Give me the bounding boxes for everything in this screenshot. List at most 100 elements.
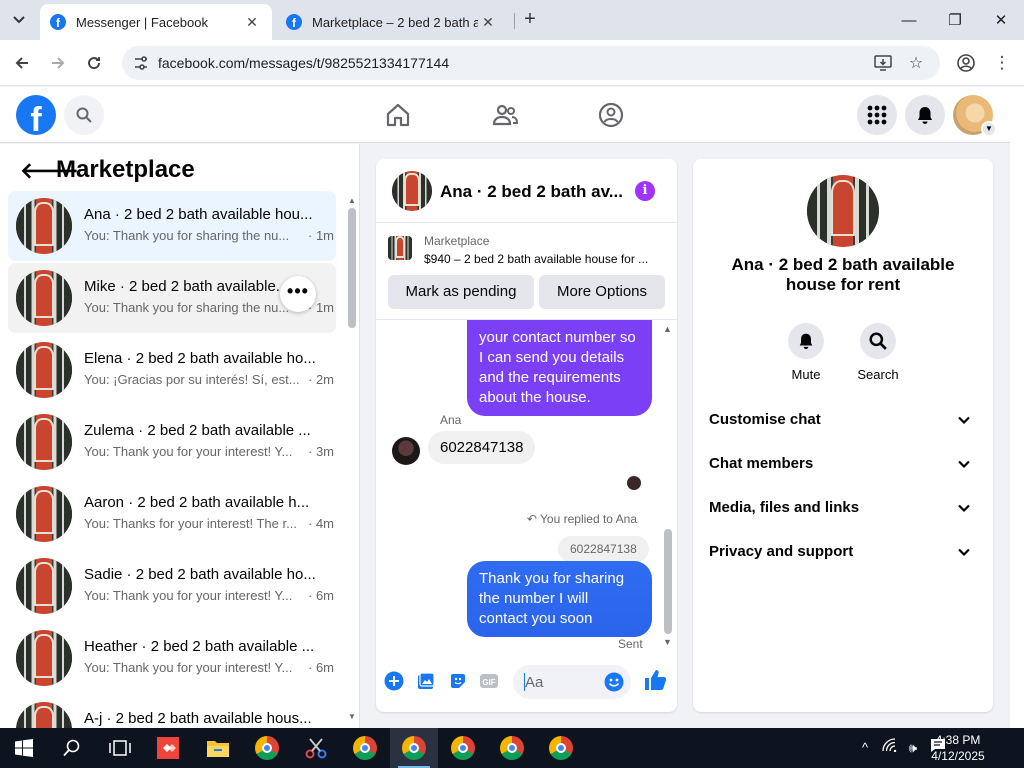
message-input[interactable]: [525, 672, 600, 692]
thumbs-up-like-icon[interactable]: [643, 668, 667, 692]
browser-toolbar: facebook.com/messages/t/9825521334177144…: [0, 40, 1024, 86]
listing-title[interactable]: $940 – 2 bed 2 bath available house for …: [424, 252, 669, 266]
chat-list-item[interactable]: Aaron · 2 bed 2 bath available h... You: …: [8, 479, 336, 549]
chat-list-item[interactable]: Mike · 2 bed 2 bath available... You: Tha…: [8, 263, 336, 333]
chat-list-item[interactable]: Ana · 2 bed 2 bath available hou... You: …: [8, 191, 336, 261]
scrollbar-thumb[interactable]: [664, 529, 672, 634]
conversation-title[interactable]: Ana · 2 bed 2 bath av...: [440, 182, 630, 202]
install-app-icon[interactable]: [873, 53, 893, 73]
chat-preview: You: Thank you for sharing the nu... · 1m: [84, 228, 334, 243]
taskbar-app-chrome-profile-5[interactable]: [488, 728, 536, 768]
action-center-icon[interactable]: [928, 738, 948, 758]
chat-list-item[interactable]: A-j · 2 bed 2 bath available hous...: [8, 695, 336, 728]
message-bubble-outgoing-reply[interactable]: Thank you for sharing the number I will …: [467, 561, 652, 637]
chrome-icon: [255, 736, 279, 760]
tab-messenger[interactable]: f Messenger | Facebook ✕: [40, 4, 272, 40]
browser-menu-button[interactable]: ⋮: [989, 50, 1015, 76]
taskbar-app-chrome-profile-6[interactable]: [537, 728, 585, 768]
chat-list-item[interactable]: Heather · 2 bed 2 bath available ... You:…: [8, 623, 336, 693]
sender-avatar[interactable]: [392, 437, 420, 465]
start-button[interactable]: [0, 728, 48, 768]
chevron-down-icon: [958, 460, 970, 469]
taskbar-app-snipping-tool[interactable]: [292, 728, 340, 768]
taskbar-app-chrome-active[interactable]: [390, 728, 438, 768]
taskbar-app-chrome-profile-2[interactable]: [341, 728, 389, 768]
chat-preview-text: You: Thanks for your interest! The r...: [84, 516, 297, 531]
message-bubble-incoming[interactable]: 6022847138: [428, 431, 536, 464]
account-avatar[interactable]: ▼: [953, 95, 997, 137]
message-input-wrapper: [513, 665, 631, 699]
scroll-down-icon[interactable]: ▼: [348, 712, 356, 721]
home-icon[interactable]: [384, 101, 412, 129]
volume-icon[interactable]: 🕪: [903, 738, 923, 758]
taskbar-app-chrome-profile-4[interactable]: [439, 728, 487, 768]
forward-button[interactable]: [45, 50, 71, 76]
bell-icon[interactable]: [788, 323, 824, 359]
show-hidden-icons-chevron-up-icon[interactable]: ^: [855, 738, 875, 758]
search-icon[interactable]: [860, 323, 896, 359]
menu-grid-button[interactable]: [857, 95, 897, 135]
minimize-button[interactable]: —: [886, 0, 932, 40]
notifications-button[interactable]: [905, 95, 945, 135]
scroll-down-icon[interactable]: ▼: [663, 637, 672, 647]
scroll-up-icon[interactable]: ▲: [348, 196, 356, 205]
taskbar-app-anydesk[interactable]: [144, 728, 192, 768]
task-view-button[interactable]: [96, 728, 144, 768]
more-actions-plus-icon[interactable]: [383, 670, 405, 692]
conversation-scrollbar[interactable]: ▲ ▼: [662, 324, 674, 649]
search-icon: [63, 739, 80, 757]
reload-button[interactable]: [81, 50, 107, 76]
site-info-icon[interactable]: [132, 54, 150, 72]
contact-avatar[interactable]: [392, 171, 432, 211]
search-label: Search: [857, 367, 899, 382]
close-tab-icon[interactable]: ✕: [242, 14, 262, 31]
contact-profile-picture[interactable]: [807, 175, 879, 247]
chat-list-item[interactable]: Sadie · 2 bed 2 bath available ho... You:…: [8, 551, 336, 621]
mute-action[interactable]: Mute: [766, 323, 846, 382]
chat-name: Heather · 2 bed 2 bath available ...: [84, 638, 315, 655]
tab-search-dropdown[interactable]: [6, 8, 32, 32]
info-section-customise-chat[interactable]: Customise chat: [701, 400, 985, 440]
bookmark-star-icon[interactable]: ☆: [906, 53, 926, 73]
quoted-message[interactable]: 6022847138: [558, 536, 649, 562]
listing-thumbnail[interactable]: [388, 236, 412, 260]
friends-icon[interactable]: [491, 101, 519, 129]
scrollbar-thumb[interactable]: [348, 208, 356, 328]
emoji-icon[interactable]: [604, 672, 624, 697]
facebook-search-button[interactable]: [64, 95, 104, 135]
sticker-icon[interactable]: [447, 670, 469, 692]
restore-button[interactable]: ❐: [932, 0, 978, 40]
attach-photo-icon[interactable]: [415, 670, 437, 692]
groups-icon[interactable]: [597, 101, 625, 129]
info-section-privacy-and-support[interactable]: Privacy and support: [701, 532, 985, 572]
task-view-icon: [109, 740, 131, 756]
chat-list-item[interactable]: Elena · 2 bed 2 bath available ho... You:…: [8, 335, 336, 405]
chat-list-scrollbar[interactable]: ▲ ▼: [345, 196, 357, 726]
info-icon[interactable]: i: [635, 181, 655, 201]
seen-by-avatar: [627, 476, 641, 490]
back-button[interactable]: [9, 50, 35, 76]
network-icon[interactable]: [880, 738, 900, 758]
mark-as-pending-button[interactable]: Mark as pending: [388, 275, 534, 309]
tab-marketplace[interactable]: f Marketplace – 2 bed 2 bath ava ✕: [276, 4, 508, 40]
taskbar-app-chrome[interactable]: [243, 728, 291, 768]
taskbar-app-file-explorer[interactable]: [194, 728, 242, 768]
page-scrollbar[interactable]: [1010, 87, 1024, 728]
search-action[interactable]: Search: [838, 323, 918, 382]
message-bubble-outgoing[interactable]: your contact number so I can send you de…: [467, 320, 652, 416]
taskbar-search-button[interactable]: [48, 728, 96, 768]
facebook-logo-icon[interactable]: f: [16, 95, 56, 135]
close-tab-icon[interactable]: ✕: [478, 14, 498, 31]
profile-button[interactable]: [953, 50, 979, 76]
gif-icon[interactable]: GIF: [478, 670, 500, 692]
tab-divider: [514, 13, 515, 29]
chat-list-item[interactable]: Zulema · 2 bed 2 bath available ... You: …: [8, 407, 336, 477]
address-bar[interactable]: facebook.com/messages/t/9825521334177144…: [122, 46, 940, 80]
info-section-media-files-and-links[interactable]: Media, files and links: [701, 488, 985, 528]
info-section-chat-members[interactable]: Chat members: [701, 444, 985, 484]
scroll-up-icon[interactable]: ▲: [663, 324, 672, 334]
chat-more-options-button[interactable]: •••: [280, 276, 316, 312]
close-window-button[interactable]: ✕: [978, 0, 1024, 40]
new-tab-button[interactable]: +: [518, 8, 542, 32]
more-options-button[interactable]: More Options: [539, 275, 665, 309]
